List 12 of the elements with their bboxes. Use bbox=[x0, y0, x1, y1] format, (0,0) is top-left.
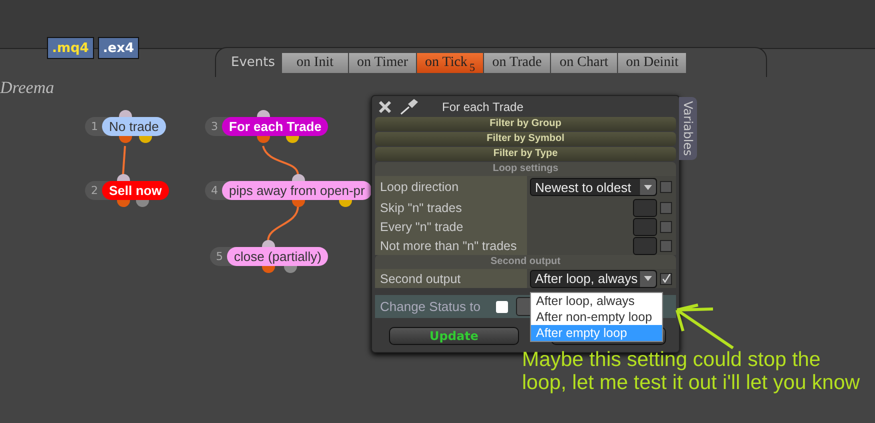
status-label: Change Status to bbox=[380, 299, 480, 314]
section-heading: Second output bbox=[375, 255, 676, 269]
setting-label: Not more than "n" trades bbox=[375, 236, 527, 255]
setting-label: Every "n" trade bbox=[375, 217, 527, 236]
setting-label: Skip "n" trades bbox=[375, 198, 527, 217]
setting-label: Loop direction bbox=[375, 176, 527, 198]
events-label: Events bbox=[231, 55, 276, 70]
setting-label: Second output bbox=[375, 269, 527, 288]
dialog-title: For each Trade bbox=[442, 100, 524, 114]
logo: Dreema bbox=[0, 78, 54, 98]
annotation-text: Maybe this setting could stop the loop, let me test it out i'll let you know bbox=[522, 348, 860, 394]
section-heading: Loop settings bbox=[375, 162, 676, 176]
